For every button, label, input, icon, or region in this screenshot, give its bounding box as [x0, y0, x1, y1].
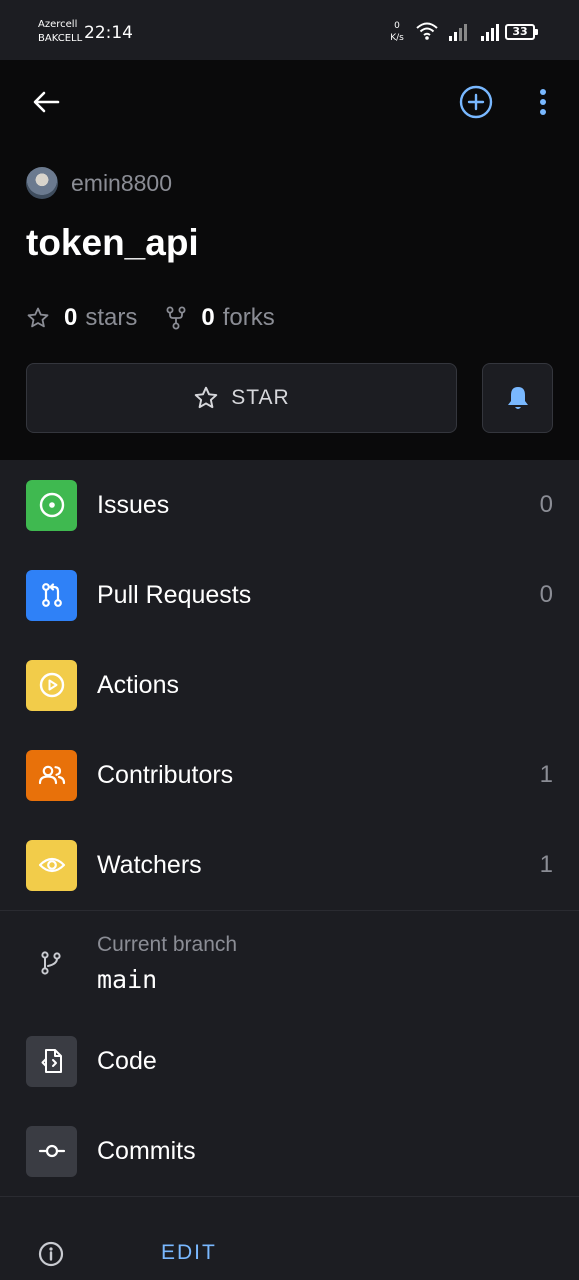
- issues-tile: [26, 479, 77, 531]
- star-button-label: STAR: [231, 386, 290, 409]
- menu-item-label: Issues: [97, 490, 170, 519]
- current-branch-row[interactable]: [0, 911, 579, 1016]
- avatar: [26, 167, 58, 199]
- repo-title: token_api: [26, 222, 199, 263]
- notifications-button[interactable]: [482, 363, 553, 433]
- menu-item-actions[interactable]: Actions: [0, 640, 579, 730]
- clock: 22:14: [84, 23, 133, 43]
- play-icon: [39, 672, 64, 698]
- more-options-button[interactable]: [528, 82, 558, 122]
- commit-icon: [38, 1144, 65, 1158]
- bell-icon: [507, 387, 528, 409]
- carrier-names: Azercell BAKCELL: [38, 18, 82, 46]
- menu-item-label: Watchers: [97, 850, 202, 879]
- menu-item-count: 0: [539, 581, 553, 608]
- menu-item-watchers[interactable]: Watchers 1: [0, 820, 579, 910]
- back-button[interactable]: [26, 82, 66, 122]
- code-tile: [26, 1035, 77, 1087]
- edit-button[interactable]: EDIT: [161, 1241, 217, 1265]
- contributors-tile: [26, 749, 77, 801]
- status-bar: Azercell BAKCELL 22:14 0 K/s 33: [0, 0, 579, 60]
- network-speed-value: 0: [394, 21, 400, 31]
- commits-tile: [26, 1125, 77, 1177]
- carrier-1: Azercell: [38, 19, 78, 30]
- menu-item-label: Contributors: [97, 760, 234, 789]
- fork-icon: [166, 306, 186, 330]
- wifi-icon: [416, 22, 438, 40]
- kebab-menu-icon: [540, 89, 546, 115]
- menu-item-pull-requests[interactable]: Pull Requests 0: [0, 550, 579, 640]
- repo-owner[interactable]: emin8800: [26, 166, 172, 200]
- menu-item-commits[interactable]: Commits: [0, 1106, 579, 1196]
- menu-item-count: 1: [539, 761, 553, 788]
- stars-count: 0: [64, 304, 78, 331]
- menu-item-label: Commits: [97, 1136, 196, 1165]
- pull-requests-tile: [26, 569, 77, 621]
- menu-item-count: 0: [539, 491, 553, 518]
- menu-item-label: Actions: [97, 670, 179, 699]
- watchers-tile: [26, 839, 77, 891]
- issue-icon: [39, 492, 64, 518]
- signal-2-icon: [481, 24, 499, 41]
- repo-stats: 0 stars 0 forks: [26, 301, 303, 335]
- carrier-2: BAKCELL: [38, 33, 83, 44]
- forks-count: 0: [201, 304, 215, 331]
- divider: [0, 1196, 579, 1197]
- menu-item-label: Pull Requests: [97, 580, 252, 609]
- menu-item-issues[interactable]: Issues 0: [0, 460, 579, 550]
- signal-1-icon: [449, 24, 467, 41]
- add-button[interactable]: [456, 82, 496, 122]
- menu-item-label: Code: [97, 1046, 157, 1075]
- menu-item-contributors[interactable]: Contributors 1: [0, 730, 579, 820]
- network-speed: 0 K/s: [386, 20, 408, 44]
- network-speed-unit: K/s: [390, 33, 404, 43]
- people-icon: [38, 765, 65, 785]
- current-branch-name: main: [97, 965, 158, 994]
- star-button[interactable]: STAR: [26, 363, 457, 433]
- owner-name: emin8800: [71, 169, 173, 196]
- menu-item-code[interactable]: Code: [0, 1016, 579, 1106]
- pull-request-icon: [41, 583, 62, 607]
- plus-circle-icon: [459, 85, 493, 119]
- star-icon: [194, 386, 218, 409]
- current-branch-label: Current branch: [97, 933, 238, 956]
- menu-item-count: 1: [539, 851, 553, 878]
- forks-label: forks: [222, 304, 275, 331]
- branch-icon: [41, 951, 61, 975]
- star-outline-icon: [27, 307, 49, 328]
- battery-indicator: 33: [505, 24, 538, 40]
- stars-label: stars: [85, 304, 138, 331]
- info-icon[interactable]: [38, 1241, 64, 1267]
- eye-icon: [38, 857, 65, 873]
- actions-tile: [26, 659, 77, 711]
- arrow-left-icon: [33, 91, 60, 113]
- code-file-icon: [41, 1049, 62, 1073]
- repo-header: emin8800 token_api 0 stars 0 forks STAR: [0, 60, 579, 460]
